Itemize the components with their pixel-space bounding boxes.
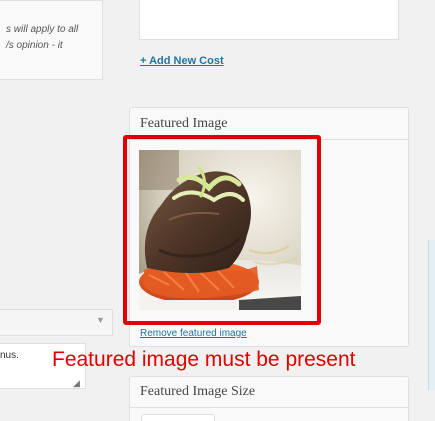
remove-featured-image-link[interactable]: Remove featured image <box>140 328 247 339</box>
resize-grip-icon[interactable]: ◢ <box>73 378 80 389</box>
featured-image-size-title: Featured Image Size <box>140 384 256 399</box>
image-size-select[interactable] <box>141 414 215 421</box>
textarea-value: nus. <box>0 350 19 361</box>
scrollbar-strip[interactable] <box>428 240 435 390</box>
featured-image-title: Featured Image <box>140 116 228 131</box>
chevron-down-icon[interactable]: ▼ <box>96 315 105 325</box>
admin-page: s will apply to all /s opinion - it ▼ nu… <box>0 0 435 421</box>
panel-divider <box>130 407 408 408</box>
description-note: s will apply to all /s opinion - it <box>6 24 79 51</box>
highlight-box <box>123 135 321 325</box>
add-new-cost-link[interactable]: + Add New Cost <box>140 55 224 67</box>
annotation-text: Featured image must be present <box>52 348 356 371</box>
cost-input-area[interactable] <box>139 0 399 40</box>
